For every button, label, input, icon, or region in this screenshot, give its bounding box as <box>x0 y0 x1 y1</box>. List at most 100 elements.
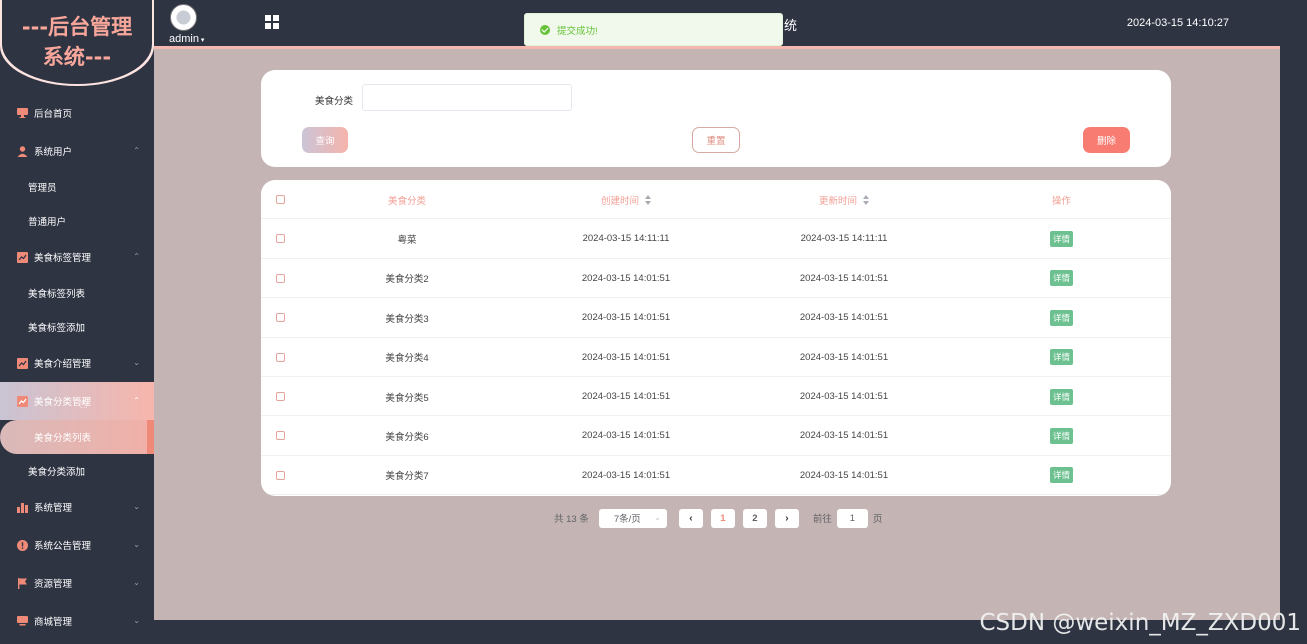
column-header-created[interactable]: 创建时间 <box>551 180 701 219</box>
pagination: 共 13 条 7条/页 ⌄ ‹ 1 2 › 前往 1 页 <box>554 508 882 528</box>
page-button-1[interactable]: 1 <box>710 508 735 528</box>
delete-button[interactable]: 删除 <box>1083 127 1130 153</box>
chart-icon <box>16 251 28 263</box>
cell-updated: 2024-03-15 14:01:51 <box>799 391 889 402</box>
cell-category: 美食分类2 <box>385 274 429 286</box>
logo-title: ---后台管理 系统--- <box>21 15 133 69</box>
page-title: 统 <box>784 18 798 33</box>
bar-chart-icon <box>16 501 28 513</box>
table-row: 美食分类6 2024-03-15 14:01:51 2024-03-15 14:01… <box>261 416 1171 456</box>
sidebar-item-system-users[interactable]: 系统用户 ⌃ <box>0 132 154 170</box>
sidebar-item-mall-management[interactable]: 商城管理 ⌄ <box>0 602 154 640</box>
row-checkbox[interactable] <box>275 273 285 283</box>
sidebar-item-label: 商城管理 <box>34 617 73 628</box>
next-page-button[interactable]: › <box>774 508 799 528</box>
page-button-2[interactable]: 2 <box>742 508 767 528</box>
detail-button[interactable]: 详情 <box>1049 349 1073 366</box>
column-header-category: 美食分类 <box>387 195 426 207</box>
sidebar-item-food-category-list[interactable]: 美食分类列表 <box>0 420 154 454</box>
cell-created: 2024-03-15 14:01:51 <box>581 469 671 481</box>
detail-button[interactable]: 详情 <box>1049 467 1073 484</box>
detail-button[interactable]: 详情 <box>1049 270 1073 287</box>
cell-category: 美食分类6 <box>385 431 429 443</box>
row-checkbox[interactable] <box>275 392 285 401</box>
cell-updated: 2024-03-15 14:01:51 <box>799 312 889 324</box>
category-search-input[interactable] <box>362 84 572 111</box>
cell-category: 美食分类3 <box>385 313 429 325</box>
sidebar-item-admin[interactable]: 管理员 <box>0 170 154 204</box>
sidebar-item-food-category-add[interactable]: 美食分类添加 <box>0 454 154 488</box>
chevron-down-icon: ⌄ <box>133 616 140 625</box>
sidebar-item-home[interactable]: 后台首页 <box>0 94 154 132</box>
sidebar-item-label: 系统管理 <box>34 503 73 514</box>
sidebar-item-system-management[interactable]: 系统管理 ⌄ <box>0 488 154 526</box>
sidebar-item-resource-management[interactable]: 资源管理 ⌄ <box>0 564 154 602</box>
user-dropdown[interactable]: admin ▾ <box>169 33 204 45</box>
chevron-down-icon: ⌄ <box>133 540 140 549</box>
watermark: CSDN @weixin_MZ_ZXD001 <box>979 610 1301 636</box>
chevron-right-icon: › <box>785 512 789 524</box>
detail-button[interactable]: 详情 <box>1049 388 1073 405</box>
chevron-down-icon: ⌄ <box>133 358 140 367</box>
cell-updated: 2024-03-15 14:11:11 <box>800 233 888 245</box>
sidebar-item-label: 后台首页 <box>34 109 73 120</box>
sidebar-item-food-tag-management[interactable]: 美食标签管理 ⌃ <box>0 238 154 276</box>
cell-created: 2024-03-15 14:01:51 <box>581 351 671 363</box>
cell-category: 美食分类7 <box>385 471 429 483</box>
column-header-updated[interactable]: 更新时间 <box>769 180 919 219</box>
sidebar-menu: 后台首页 系统用户 ⌃ 管理员 普通用户 美食标签管理 ⌃ 美食标签列表 美食标… <box>0 94 154 640</box>
pagination-total: 共 13 条 <box>554 514 589 525</box>
detail-button[interactable]: 详情 <box>1049 427 1073 444</box>
goto-page-input[interactable]: 1 <box>836 508 868 528</box>
grid-menu-icon[interactable] <box>265 15 279 29</box>
detail-button[interactable]: 详情 <box>1049 309 1073 326</box>
chevron-up-icon: ⌃ <box>133 146 140 155</box>
sidebar-item-food-category-management[interactable]: 美食分类管理 ⌃ <box>0 382 154 420</box>
sidebar-item-food-tag-add[interactable]: 美食标签添加 <box>0 310 154 344</box>
chart-icon <box>16 395 28 407</box>
cell-created: 2024-03-15 14:11:11 <box>582 233 670 245</box>
sidebar-item-food-tag-list[interactable]: 美食标签列表 <box>0 276 154 310</box>
cell-created: 2024-03-15 14:01:51 <box>581 312 671 324</box>
info-icon <box>16 539 28 551</box>
success-toast: 提交成功! <box>524 13 783 46</box>
row-checkbox[interactable] <box>275 352 285 362</box>
chevron-up-icon: ⌃ <box>133 252 140 261</box>
sidebar-item-label: 美食标签管理 <box>34 253 92 264</box>
sidebar-item-label: 美食介绍管理 <box>34 359 92 370</box>
column-header-actions: 操作 <box>1051 195 1071 207</box>
avatar[interactable] <box>170 4 197 31</box>
prev-page-button[interactable]: ‹ <box>678 508 703 528</box>
row-checkbox[interactable] <box>275 470 285 480</box>
cell-updated: 2024-03-15 14:01:51 <box>799 469 889 481</box>
row-checkbox[interactable] <box>275 313 285 323</box>
sidebar: ---后台管理 系统--- 后台首页 系统用户 ⌃ 管理员 普通用户 美食标签管… <box>0 0 154 644</box>
sidebar-item-food-intro-management[interactable]: 美食介绍管理 ⌄ <box>0 344 154 382</box>
sidebar-item-normal-users[interactable]: 普通用户 <box>0 204 154 238</box>
cell-category: 美食分类4 <box>385 353 429 365</box>
check-circle-icon <box>540 24 550 35</box>
sort-icon[interactable] <box>863 194 869 205</box>
reset-button[interactable]: 重置 <box>692 127 740 153</box>
query-button[interactable]: 查询 <box>302 127 348 153</box>
cell-created: 2024-03-15 14:01:51 <box>581 430 671 442</box>
monitor-icon <box>16 615 28 627</box>
chevron-down-icon: ⌄ <box>654 512 661 522</box>
table-row: 美食分类4 2024-03-15 14:01:51 2024-03-15 14:01… <box>261 338 1171 377</box>
sidebar-item-label: 系统公告管理 <box>34 541 92 552</box>
table-header: 美食分类 创建时间 更新时间 操作 <box>261 180 1171 220</box>
sort-icon[interactable] <box>645 194 651 205</box>
chart-icon <box>16 357 28 369</box>
page-size-select[interactable]: 7条/页 ⌄ <box>598 508 667 528</box>
select-all-checkbox[interactable] <box>275 195 285 204</box>
row-checkbox[interactable] <box>275 431 285 441</box>
search-panel: 美食分类 查询 重置 删除 <box>261 70 1171 167</box>
toast-message: 提交成功! <box>557 25 598 37</box>
row-checkbox[interactable] <box>275 234 285 244</box>
sidebar-item-announcement-management[interactable]: 系统公告管理 ⌄ <box>0 526 154 564</box>
cell-created: 2024-03-15 14:01:51 <box>581 391 671 402</box>
user-icon <box>16 145 28 157</box>
hand-cursor-icon: ☝ <box>79 395 88 411</box>
detail-button[interactable]: 详情 <box>1049 230 1073 247</box>
chevron-down-icon: ⌄ <box>133 578 140 587</box>
